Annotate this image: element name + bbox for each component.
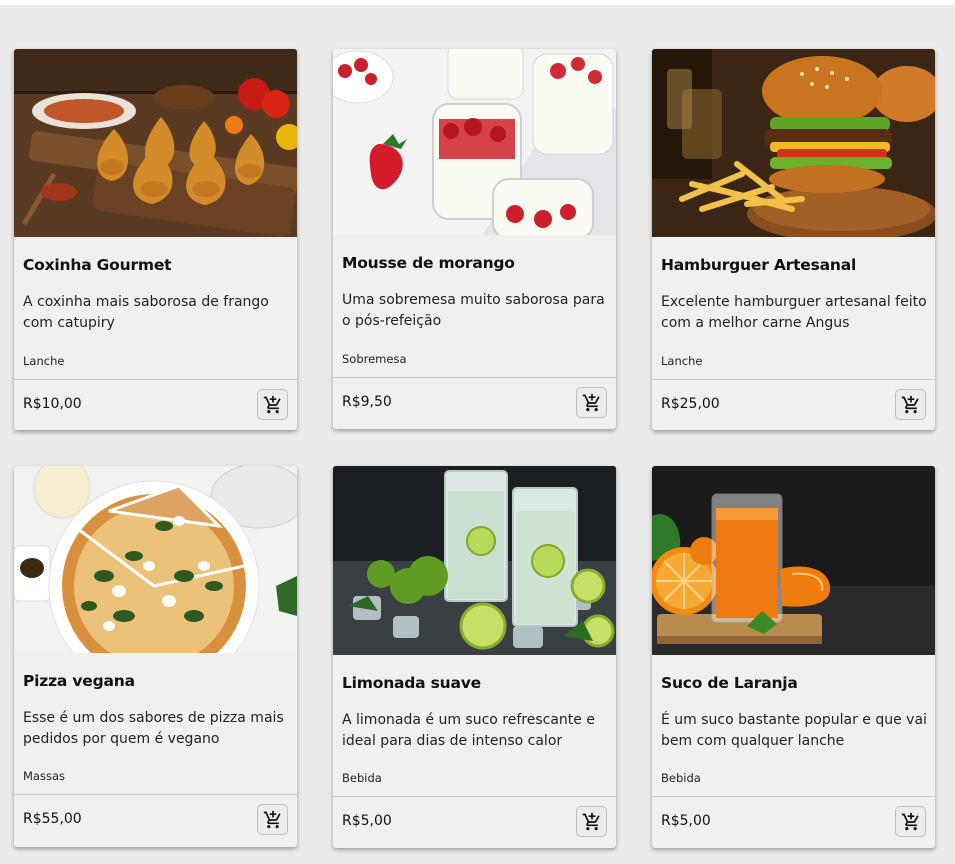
product-name: Pizza vegana [23, 672, 135, 690]
card-divider [652, 796, 935, 797]
product-description: É um suco bastante popular e que vai bem… [661, 712, 927, 749]
add-to-cart-button[interactable] [257, 389, 288, 420]
product-price: R$10,00 [23, 396, 82, 412]
product-card-coxinha[interactable]: Coxinha Gourmet A coxinha mais saborosa … [14, 49, 297, 430]
burger-photo [652, 49, 935, 237]
product-description: Esse é um dos sabores de pizza mais pedi… [23, 710, 284, 747]
product-description: A coxinha mais saborosa de frango com ca… [23, 294, 269, 331]
add-to-cart-button[interactable] [895, 389, 926, 420]
card-divider [14, 794, 297, 795]
product-card-limonada[interactable]: Limonada suave A limonada é um suco refr… [333, 466, 616, 848]
card-divider [333, 377, 616, 378]
card-divider [333, 796, 616, 797]
strawberry-mousse-photo [333, 49, 616, 235]
product-category: Bebida [661, 771, 701, 785]
product-price: R$5,00 [342, 813, 392, 829]
product-category: Bebida [342, 771, 382, 785]
product-category: Lanche [661, 354, 703, 368]
product-name: Limonada suave [342, 674, 481, 692]
add-to-cart-button[interactable] [257, 804, 288, 835]
product-name: Suco de Laranja [661, 674, 798, 692]
pizza-photo [14, 466, 297, 653]
product-price: R$25,00 [661, 396, 720, 412]
product-description: Uma sobremesa muito saborosa para o pós-… [342, 292, 605, 329]
product-name: Hamburguer Artesanal [661, 256, 857, 274]
product-card-burger[interactable]: Hamburguer Artesanal Excelente hamburgue… [652, 49, 935, 430]
product-card-suco-laranja[interactable]: Suco de Laranja É um suco bastante popul… [652, 466, 935, 848]
add-to-cart-icon [901, 395, 919, 413]
top-bar [0, 0, 955, 5]
product-price: R$55,00 [23, 811, 82, 827]
product-name: Mousse de morango [342, 254, 515, 272]
card-divider [652, 379, 935, 380]
product-description: A limonada é um suco refrescante e ideal… [342, 712, 595, 749]
add-to-cart-icon [901, 812, 919, 830]
add-to-cart-icon [263, 395, 281, 413]
add-to-cart-button[interactable] [576, 806, 607, 837]
product-card-pizza[interactable]: Pizza vegana Esse é um dos sabores de pi… [14, 466, 297, 847]
add-to-cart-icon [582, 393, 600, 411]
add-to-cart-icon [582, 812, 600, 830]
product-price: R$5,00 [661, 813, 711, 829]
orange-juice-photo [652, 466, 935, 655]
product-category: Sobremesa [342, 352, 407, 366]
card-divider [14, 379, 297, 380]
lemonade-photo [333, 466, 616, 655]
product-name: Coxinha Gourmet [23, 256, 172, 274]
add-to-cart-icon [263, 810, 281, 828]
product-price: R$9,50 [342, 394, 392, 410]
product-description: Excelente hamburguer artesanal feito com… [661, 294, 927, 331]
product-category: Massas [23, 769, 65, 783]
product-card-mousse[interactable]: Mousse de morango Uma sobremesa muito sa… [333, 49, 616, 429]
add-to-cart-button[interactable] [895, 806, 926, 837]
add-to-cart-button[interactable] [576, 387, 607, 418]
product-category: Lanche [23, 354, 65, 368]
coxinha-photo [14, 49, 297, 237]
